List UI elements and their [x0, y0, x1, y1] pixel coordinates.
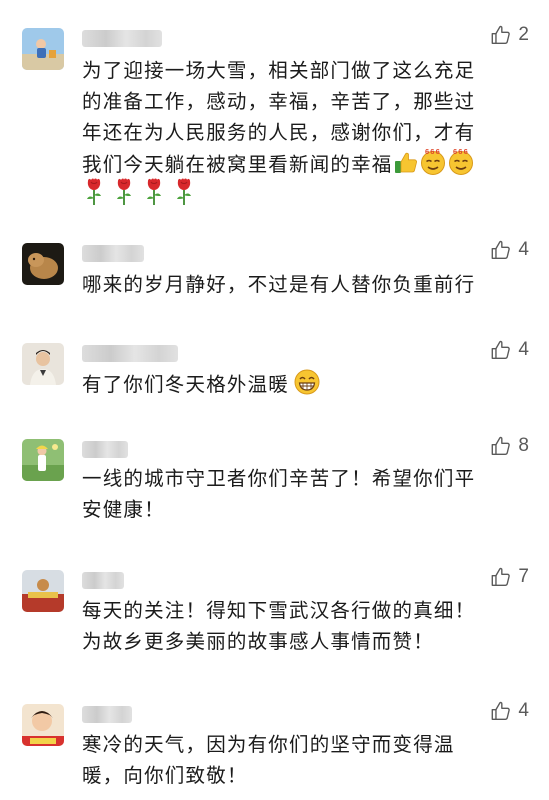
- comment-line: 一线的城市守卫者你们辛苦了！希望你们平: [82, 467, 476, 490]
- avatar[interactable]: [22, 28, 64, 70]
- comment-line: 为了迎接一场大雪，相关部门做了这么充足: [82, 59, 476, 82]
- 666-emoji: [447, 148, 475, 176]
- like-count: 4: [518, 339, 529, 360]
- username-blurred[interactable]: [82, 441, 128, 458]
- thumbs-up-emoji: [393, 150, 419, 176]
- comment-line: 寒冷的天气，因为有你们的坚守而变得温: [82, 733, 455, 756]
- comment-text: 一线的城市守卫者你们辛苦了！希望你们平 安健康！: [82, 463, 534, 525]
- thumbs-up-outline-icon: [490, 566, 512, 588]
- like-count: 8: [518, 435, 529, 456]
- grin-emoji: [293, 368, 321, 396]
- comment-text: 每天的关注！得知下雪武汉各行做的真细！ 为故乡更多美丽的故事感人事情而赞！: [82, 595, 534, 657]
- comment-text: 为了迎接一场大雪，相关部门做了这么充足 的准备工作，感动，幸福，辛苦了，那些过 …: [82, 55, 534, 180]
- avatar[interactable]: [22, 439, 64, 481]
- username-blurred[interactable]: [82, 572, 124, 589]
- like-button[interactable]: 8: [490, 435, 529, 457]
- like-count: 4: [518, 700, 529, 721]
- thumbs-up-outline-icon: [490, 700, 512, 722]
- thumbs-up-outline-icon: [490, 24, 512, 46]
- comment-line: 每天的关注！得知下雪武汉各行做的真细！: [82, 599, 476, 622]
- comment-line-last: 有了你们冬天格外温暖: [82, 368, 534, 400]
- comment-text: 哪来的岁月静好，不过是有人替你负重前行: [82, 269, 534, 300]
- like-button[interactable]: 7: [490, 566, 529, 588]
- username-blurred[interactable]: [82, 30, 162, 47]
- rose-emoji: [114, 178, 134, 206]
- like-count: 2: [518, 24, 529, 45]
- username-blurred[interactable]: [82, 345, 178, 362]
- comment-line: 有了你们冬天格外温暖: [82, 373, 290, 396]
- username-blurred[interactable]: [82, 706, 132, 723]
- rose-emoji: [84, 178, 104, 206]
- like-count: 7: [518, 566, 529, 587]
- like-button[interactable]: 4: [490, 700, 529, 722]
- username-blurred[interactable]: [82, 245, 144, 262]
- thumbs-up-outline-icon: [490, 239, 512, 261]
- avatar[interactable]: [22, 243, 64, 285]
- like-count: 4: [518, 239, 529, 260]
- like-button[interactable]: 2: [490, 24, 529, 46]
- comment-text: 寒冷的天气，因为有你们的坚守而变得温 暖，向你们致敬！: [82, 729, 534, 791]
- rose-emoji-row: [84, 178, 204, 206]
- comment-line: 年还在为人民服务的人民，感谢你们，才有: [82, 121, 476, 144]
- thumbs-up-outline-icon: [490, 339, 512, 361]
- comment-line-last: 我们今天躺在被窝里看新闻的幸福: [82, 148, 534, 180]
- thumbs-up-outline-icon: [490, 435, 512, 457]
- avatar[interactable]: [22, 570, 64, 612]
- 666-emoji: [419, 148, 447, 176]
- avatar[interactable]: [22, 704, 64, 746]
- comment-line: 安健康！: [82, 498, 165, 521]
- rose-emoji: [174, 178, 194, 206]
- like-button[interactable]: 4: [490, 339, 529, 361]
- comment-line: 为故乡更多美丽的故事感人事情而赞！: [82, 630, 434, 653]
- comment-text: 有了你们冬天格外温暖: [82, 368, 534, 400]
- avatar[interactable]: [22, 343, 64, 385]
- comment-line: 的准备工作，感动，幸福，辛苦了，那些过: [82, 90, 476, 113]
- comment-line: 哪来的岁月静好，不过是有人替你负重前行: [82, 273, 476, 296]
- like-button[interactable]: 4: [490, 239, 529, 261]
- comment-line: 我们今天躺在被窝里看新闻的幸福: [82, 153, 393, 176]
- comment-line: 暖，向你们致敬！: [82, 764, 248, 787]
- rose-emoji: [144, 178, 164, 206]
